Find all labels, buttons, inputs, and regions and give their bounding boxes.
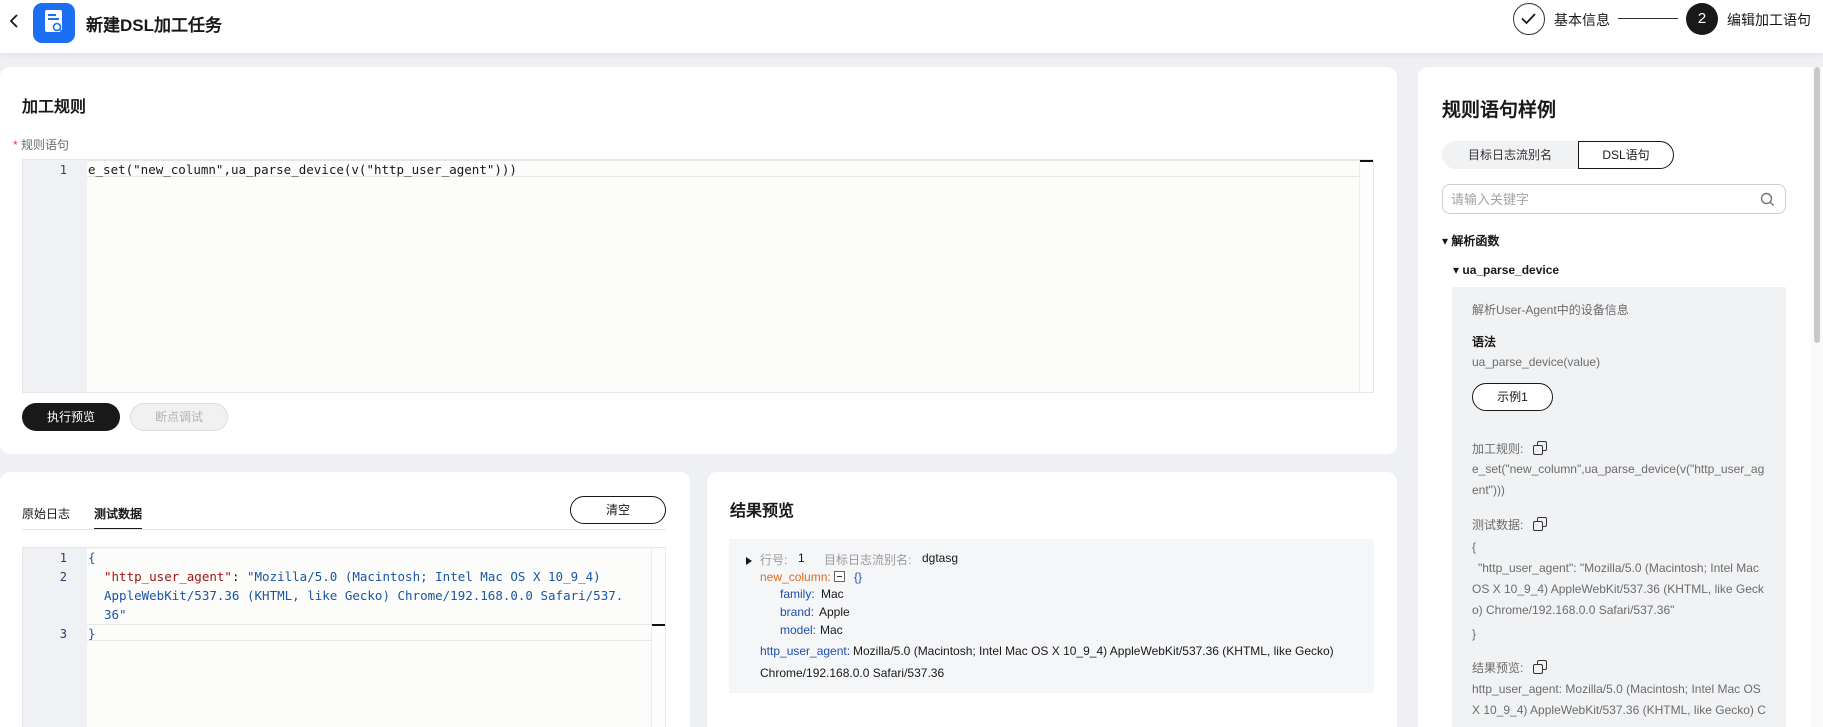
required-mark: *: [13, 138, 18, 152]
json-colon: :: [231, 569, 247, 584]
example-1-button[interactable]: 示例1: [1472, 383, 1553, 411]
expand-caret-icon[interactable]: [745, 554, 753, 569]
line-number: 1: [59, 163, 67, 177]
field-key-family: family:: [780, 587, 815, 601]
ua-value-line1: Mozilla/5.0 (Macintosh; Intel Mac OS X 1…: [853, 644, 1334, 658]
tree-category-parse-functions[interactable]: ▾ 解析函数: [1442, 232, 1499, 249]
rule-field-text: 规则语句: [21, 138, 70, 152]
collapse-toggle-icon[interactable]: [834, 571, 845, 582]
line-number: 1: [59, 551, 67, 565]
ua-value-line2: Chrome/192.168.0.0 Safari/537.36: [760, 666, 945, 680]
json-value-part2[interactable]: AppleWebKit/537.36 (KHTML, like Gecko) C…: [104, 588, 623, 603]
json-key: "http_user_agent": [104, 569, 232, 584]
syntax-text: ua_parse_device(value): [1472, 355, 1601, 369]
new-column-key: new_column:: [760, 570, 831, 584]
json-value-part1: "Mozilla/5.0 (Macintosh; Intel Mac OS X …: [247, 569, 601, 584]
field-key-model: model:: [780, 623, 817, 637]
sample-test-close-brace: }: [1472, 627, 1477, 641]
sample-test-body: "http_user_agent": "Mozilla/5.0 (Macinto…: [1472, 561, 1764, 617]
step-edit-number: 2: [1686, 3, 1718, 35]
tab-raw-log[interactable]: 原始日志: [22, 505, 70, 522]
run-preview-button[interactable]: 执行预览: [22, 403, 120, 431]
step-basic-info-check-icon[interactable]: [1513, 3, 1545, 35]
samples-title: 规则语句样例: [1442, 100, 1557, 121]
tree-function-ua-parse-device[interactable]: ▾ ua_parse_device: [1453, 263, 1559, 277]
rule-code-line[interactable]: e_set("new_column",ua_parse_device(v("ht…: [88, 162, 517, 177]
syntax-label: 语法: [1472, 335, 1497, 349]
back-arrow-icon[interactable]: [4, 11, 24, 31]
copy-test-data-icon[interactable]: [1533, 517, 1547, 531]
line-number: 2: [59, 570, 67, 584]
step-connector: [1618, 18, 1678, 19]
field-key-brand: brand:: [780, 605, 815, 619]
task-document-icon: [33, 3, 75, 43]
copy-rule-icon[interactable]: [1533, 441, 1547, 455]
json-value-part3[interactable]: 36": [104, 607, 127, 622]
scroll-thumb[interactable]: [652, 624, 665, 626]
stream-alias-value: dgtasg: [922, 551, 959, 565]
active-line-highlight: [87, 624, 651, 641]
rule-field-label: * 规则语句: [13, 136, 69, 153]
result-section-title: 结果预览: [730, 503, 795, 520]
row-label: 行号:: [760, 553, 788, 567]
panel-scroll-thumb[interactable]: [1814, 67, 1820, 343]
scroll-thumb[interactable]: [1360, 160, 1373, 162]
sample-result-label: 结果预览:: [1472, 661, 1524, 675]
step-edit-label: 编辑加工语句: [1727, 12, 1811, 28]
sample-rule-label: 加工规则:: [1472, 442, 1524, 456]
editor-scrollbar[interactable]: [1359, 160, 1373, 392]
ua-key: http_user_agent:: [760, 644, 851, 658]
row-value: 1: [798, 551, 805, 565]
field-value-family: Mac: [821, 587, 844, 601]
json-open-brace[interactable]: {: [88, 550, 96, 565]
page-header: 新建DSL加工任务 基本信息 2 编辑加工语句: [0, 0, 1823, 54]
editor-gutter: [23, 160, 87, 392]
line-number: 3: [59, 627, 67, 641]
sample-rule-code: e_set("new_column",ua_parse_device(v("ht…: [1472, 462, 1765, 497]
rule-section-title: 加工规则: [22, 99, 87, 116]
debug-button: 断点调试: [130, 403, 228, 431]
field-value-brand: Apple: [819, 605, 850, 619]
sample-result-text: http_user_agent: Mozilla/5.0 (Macintosh;…: [1472, 682, 1766, 717]
editor-scrollbar[interactable]: [651, 548, 665, 727]
panel-scrollbar[interactable]: [1811, 67, 1823, 727]
page-title: 新建DSL加工任务: [86, 16, 222, 35]
segment-stream-alias[interactable]: 目标日志流别名: [1442, 141, 1578, 169]
tab-test-data[interactable]: 测试数据: [94, 505, 143, 530]
new-column-brace: {}: [854, 570, 863, 584]
sample-test-open-brace: {: [1472, 540, 1477, 554]
segment-dsl[interactable]: DSL语句: [1578, 141, 1674, 169]
tabs-divider: [22, 529, 666, 530]
rule-code-editor[interactable]: 1 e_set("new_column",ua_parse_device(v("…: [22, 159, 1374, 393]
sample-test-label: 测试数据:: [1472, 518, 1524, 532]
field-value-model: Mac: [820, 623, 843, 637]
keyword-search-input[interactable]: [1451, 190, 1751, 208]
search-icon[interactable]: [1760, 192, 1775, 210]
stream-alias-label: 目标日志流别名:: [824, 553, 912, 567]
step-basic-info-label[interactable]: 基本信息: [1554, 10, 1610, 30]
function-description: 解析User-Agent中的设备信息: [1472, 303, 1629, 317]
json-line-key[interactable]: "http_user_agent": "Mozilla/5.0 (Macinto…: [104, 569, 601, 584]
json-close-brace[interactable]: }: [88, 626, 96, 641]
clear-button[interactable]: 清空: [570, 496, 666, 524]
copy-result-icon[interactable]: [1533, 660, 1547, 674]
test-data-editor[interactable]: 1 2 3 { "http_user_agent": "Mozilla/5.0 …: [22, 547, 666, 727]
keyword-search: [1442, 184, 1786, 214]
